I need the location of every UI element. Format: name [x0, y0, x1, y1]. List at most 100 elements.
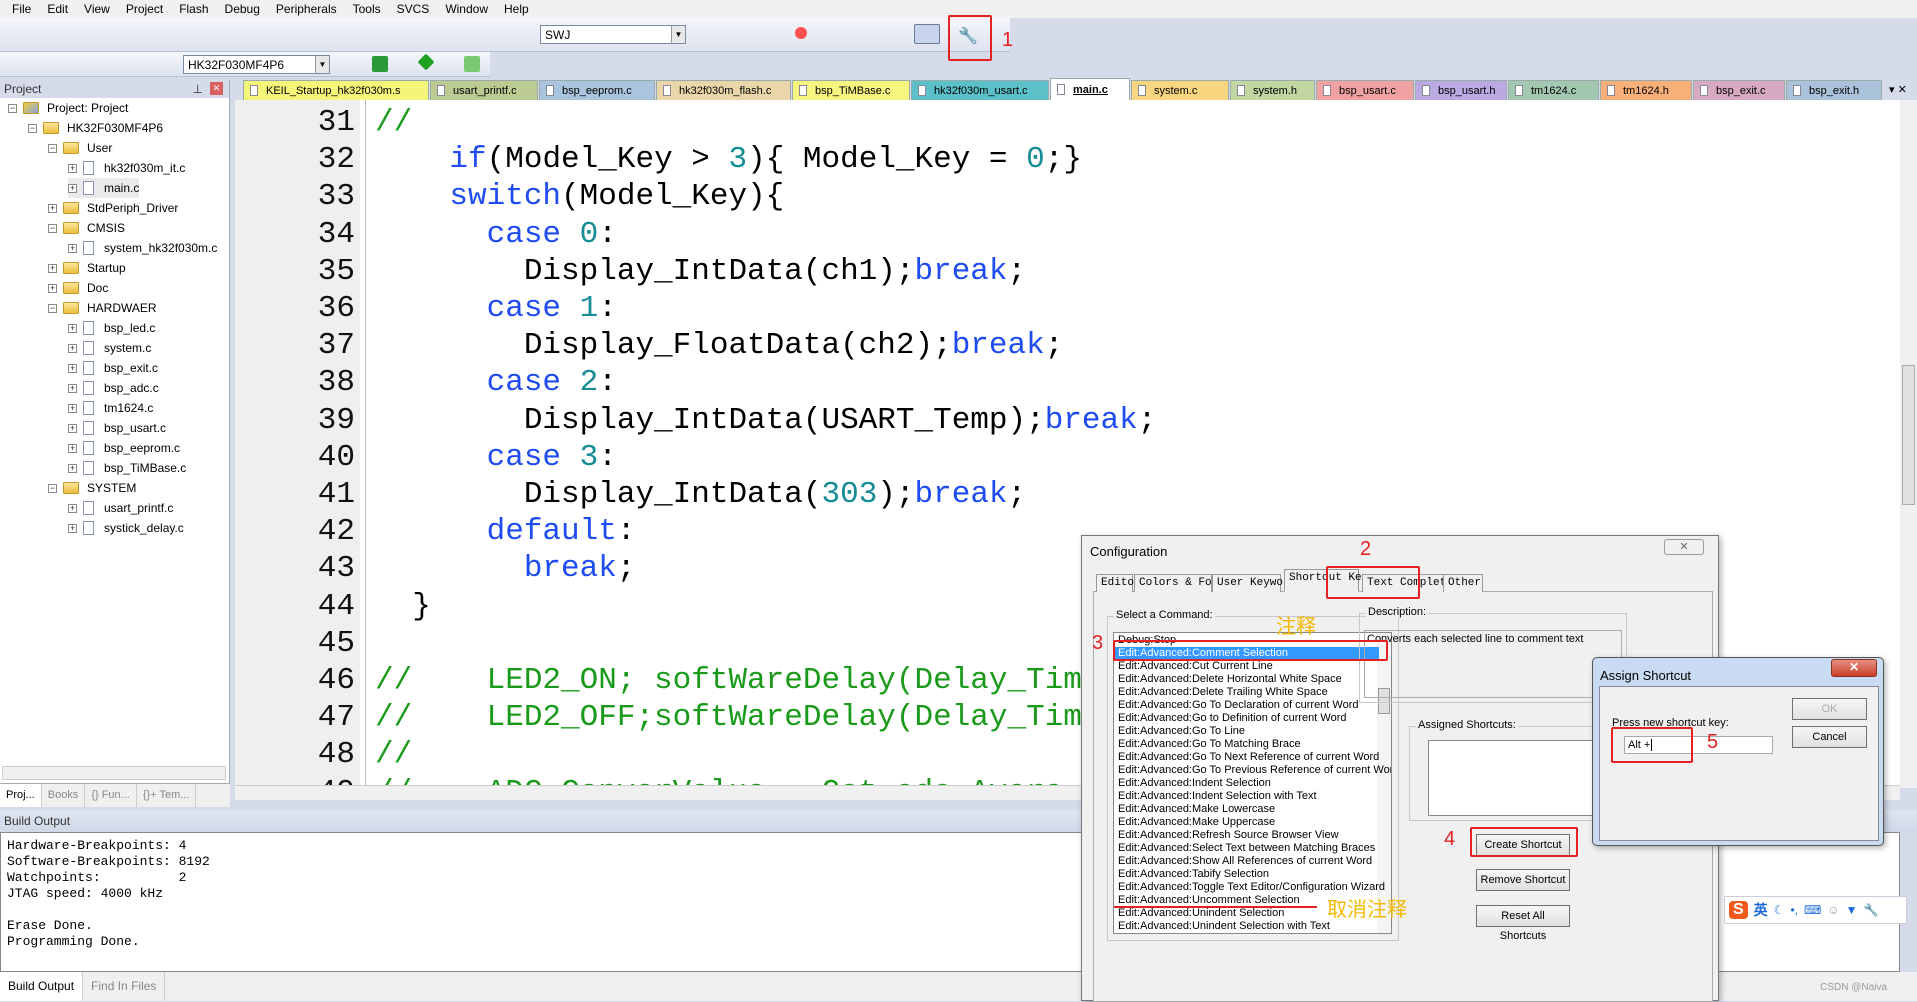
tree-item[interactable]: − User: [48, 138, 112, 158]
expand-icon[interactable]: −: [48, 143, 57, 153]
ok-button[interactable]: OK: [1792, 698, 1867, 720]
command-list-item[interactable]: Edit:Advanced:Indent Selection: [1118, 777, 1376, 790]
expand-icon[interactable]: −: [48, 483, 57, 493]
editor-tab[interactable]: main.c: [1050, 78, 1130, 100]
wrench-icon[interactable]: 🔧: [1863, 903, 1878, 917]
keyboard-icon[interactable]: ⌨: [1804, 903, 1821, 917]
config-tab[interactable]: Colors & Fonts: [1134, 574, 1231, 592]
expand-icon[interactable]: +: [68, 363, 77, 373]
skin-icon[interactable]: ▼: [1846, 903, 1858, 917]
tree-item[interactable]: + system.c: [68, 338, 151, 358]
tree-item[interactable]: + systick_delay.c: [68, 518, 184, 538]
expand-icon[interactable]: +: [68, 443, 77, 453]
panel-tab[interactable]: {} Fun...: [85, 784, 137, 807]
expand-icon[interactable]: −: [48, 223, 57, 233]
editor-tab[interactable]: hk32f030m_flash.c: [656, 80, 791, 100]
tree-item[interactable]: + hk32f030m_it.c: [68, 158, 185, 178]
editor-vscrollbar[interactable]: [1900, 100, 1917, 788]
command-list-item[interactable]: Edit:Advanced:Make Uppercase: [1118, 816, 1376, 829]
tree-item[interactable]: − SYSTEM: [48, 478, 136, 498]
panel-tab[interactable]: Proj...: [0, 784, 42, 807]
tree-item[interactable]: + Doc: [48, 278, 108, 298]
command-list-item[interactable]: Edit:Advanced:Go To Matching Brace: [1118, 738, 1376, 751]
command-list-item[interactable]: Edit:Advanced:Go to Definition of curren…: [1118, 712, 1376, 725]
tree-item[interactable]: + Startup: [48, 258, 126, 278]
config-tab[interactable]: Other: [1443, 574, 1483, 592]
expand-icon[interactable]: +: [48, 263, 57, 273]
tabs-overflow-icon[interactable]: ▾ ✕: [1883, 80, 1913, 100]
command-list-item[interactable]: Edit:Advanced:Refresh Source Browser Vie…: [1118, 829, 1376, 842]
command-list[interactable]: Debug:Stop Edit:Advanced:Comment Selectio…: [1113, 632, 1392, 934]
menu-svcs[interactable]: SVCS: [389, 2, 438, 16]
expand-icon[interactable]: +: [68, 403, 77, 413]
chevron-down-icon[interactable]: ▼: [315, 56, 329, 73]
menu-edit[interactable]: Edit: [39, 2, 76, 16]
editor-tab[interactable]: usart_printf.c: [430, 80, 538, 100]
expand-icon[interactable]: +: [68, 323, 77, 333]
expand-icon[interactable]: +: [68, 163, 77, 173]
tree-item[interactable]: + bsp_usart.c: [68, 418, 166, 438]
editor-tab[interactable]: bsp_usart.c: [1316, 80, 1414, 100]
editor-tab[interactable]: bsp_TiMBase.c: [792, 80, 910, 100]
editor-tab[interactable]: bsp_usart.h: [1415, 80, 1507, 100]
expand-icon[interactable]: +: [48, 283, 57, 293]
tree-item[interactable]: + usart_printf.c: [68, 498, 173, 518]
expand-icon[interactable]: −: [48, 303, 57, 313]
tree-item[interactable]: + bsp_eeprom.c: [68, 438, 180, 458]
reset-all-shortcuts-button[interactable]: Reset All Shortcuts: [1476, 905, 1570, 942]
expand-icon[interactable]: +: [48, 203, 57, 213]
menu-file[interactable]: File: [4, 2, 39, 16]
load-icon[interactable]: [372, 56, 388, 72]
chevron-down-icon[interactable]: ▼: [671, 26, 685, 43]
target-select[interactable]: HK32F030MF4P6 ▼: [183, 55, 330, 74]
tree-item[interactable]: + tm1624.c: [68, 398, 153, 418]
menu-help[interactable]: Help: [496, 2, 537, 16]
project-hscrollbar[interactable]: [2, 766, 226, 780]
tree-item[interactable]: − HARDWAER: [48, 298, 157, 318]
output-tab[interactable]: Find In Files: [83, 972, 166, 1001]
command-list-item[interactable]: Edit:Advanced:Go To Previous Reference o…: [1118, 764, 1391, 777]
panel-tab[interactable]: {}+ Tem...: [137, 784, 197, 807]
command-list-item[interactable]: Edit:Advanced:Indent Selection with Text: [1118, 790, 1376, 803]
command-list-item[interactable]: Edit:Advanced:Cut Current Line: [1118, 660, 1376, 673]
editor-tab[interactable]: bsp_exit.c: [1693, 80, 1785, 100]
editor-tab[interactable]: system.h: [1230, 80, 1315, 100]
editor-tab[interactable]: tm1624.h: [1600, 80, 1692, 100]
menu-view[interactable]: View: [76, 2, 118, 16]
menu-tools[interactable]: Tools: [345, 2, 389, 16]
tree-item[interactable]: − Project: Project: [8, 98, 128, 118]
user-icon[interactable]: ☺: [1827, 903, 1839, 917]
window-layout-icon[interactable]: [914, 24, 940, 44]
remove-shortcut-button[interactable]: Remove Shortcut: [1476, 869, 1570, 891]
diamond-icon[interactable]: [417, 53, 435, 71]
command-list-item[interactable]: Edit:Advanced:Go To Declaration of curre…: [1118, 699, 1376, 712]
editor-tab[interactable]: bsp_exit.h: [1786, 80, 1882, 100]
close-button[interactable]: ✕: [1664, 539, 1704, 555]
close-icon[interactable]: ✕: [210, 82, 223, 95]
command-list-item[interactable]: Edit:Advanced:Select Text between Matchi…: [1118, 842, 1376, 855]
panel-tab[interactable]: Books: [42, 784, 86, 807]
command-list-item[interactable]: Edit:Advanced:Make Lowercase: [1118, 803, 1376, 816]
editor-tab[interactable]: system.c: [1131, 80, 1229, 100]
config-tab[interactable]: Editor: [1096, 574, 1141, 592]
expand-icon[interactable]: +: [68, 243, 77, 253]
tree-item[interactable]: − CMSIS: [48, 218, 125, 238]
breakpoint-icon[interactable]: [795, 27, 807, 39]
tree-item[interactable]: + bsp_adc.c: [68, 378, 159, 398]
command-list-item[interactable]: Edit:Advanced:Delete Trailing White Spac…: [1118, 686, 1376, 699]
config-tab[interactable]: User Keywords: [1212, 574, 1303, 592]
command-list-item[interactable]: Edit:Advanced:Go To Next Reference of cu…: [1118, 751, 1379, 764]
expand-icon[interactable]: +: [68, 423, 77, 433]
menu-flash[interactable]: Flash: [171, 2, 216, 16]
expand-icon[interactable]: +: [68, 463, 77, 473]
editor-tab[interactable]: KEIL_Startup_hk32f030m.s: [243, 80, 429, 100]
expand-icon[interactable]: +: [68, 343, 77, 353]
tree-item[interactable]: + system_hk32f030m.c: [68, 238, 217, 258]
editor-tab[interactable]: bsp_eeprom.c: [539, 80, 655, 100]
tree-item[interactable]: + bsp_exit.c: [68, 358, 158, 378]
tree-item[interactable]: + main.c: [68, 178, 140, 198]
menu-project[interactable]: Project: [118, 2, 171, 16]
debug-select[interactable]: SWJ ▼: [540, 25, 686, 44]
pin-icon[interactable]: ⊥: [193, 82, 203, 96]
cancel-button[interactable]: Cancel: [1792, 726, 1867, 748]
